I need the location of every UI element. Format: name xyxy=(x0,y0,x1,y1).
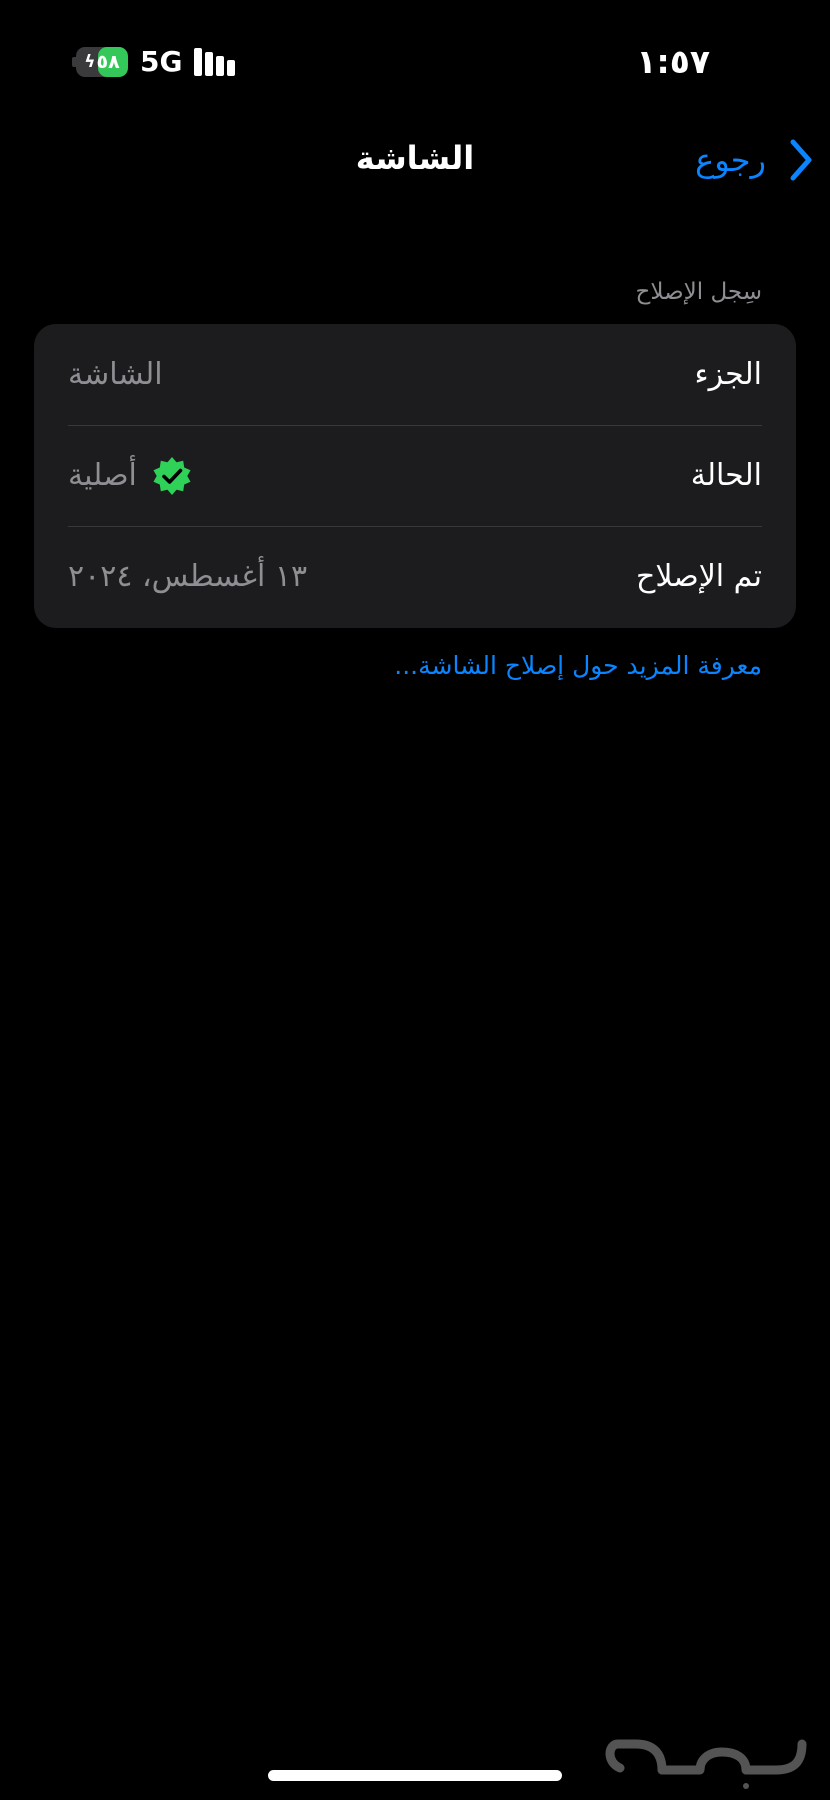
signal-bar xyxy=(205,52,213,76)
part-row: الجزء الشاشة xyxy=(34,324,796,425)
section-header: سِجل الإصلاح xyxy=(635,279,762,305)
repair-date-value: ١٣ أغسطس، ٢٠٢٤ xyxy=(68,559,307,594)
part-label: الجزء xyxy=(694,357,763,392)
cellular-signal-icon xyxy=(194,48,238,76)
repair-date-row: تم الإصلاح ١٣ أغسطس، ٢٠٢٤ xyxy=(34,526,796,627)
learn-more-link[interactable]: معرفة المزيد حول إصلاح الشاشة... xyxy=(394,646,762,686)
part-value-text: الشاشة xyxy=(68,357,163,392)
repair-date-label: تم الإصلاح xyxy=(635,559,762,594)
status-value-text: أصلية xyxy=(68,458,137,493)
bolt-icon: ϟ xyxy=(84,52,96,72)
signal-bar xyxy=(227,60,235,76)
status-time: ١:٥٧ xyxy=(636,42,710,81)
status-label: الحالة xyxy=(690,458,762,493)
home-indicator[interactable] xyxy=(268,1770,562,1781)
repair-history-card: الجزء الشاشة الحالة أصلية تم الإصلاح ١٣ … xyxy=(34,324,796,628)
haraj-watermark-logo xyxy=(605,1739,807,1789)
battery-level: ϟ ٥٨ xyxy=(76,47,128,77)
signal-bar xyxy=(216,56,224,76)
chevron-right-icon xyxy=(790,139,812,181)
back-button-label: رجوع xyxy=(695,141,766,179)
signal-bar xyxy=(194,48,202,76)
battery-icon: ϟ ٥٨ xyxy=(72,47,128,77)
network-type: 5G xyxy=(140,45,183,78)
part-value: الشاشة xyxy=(68,357,163,392)
verified-badge-icon xyxy=(153,456,191,495)
battery-level-text: ٥٨ xyxy=(96,51,120,73)
back-button[interactable]: رجوع xyxy=(695,132,814,188)
repair-date-value-text: ١٣ أغسطس، ٢٠٢٤ xyxy=(68,559,308,594)
status-value: أصلية xyxy=(68,455,193,497)
status-row: الحالة أصلية xyxy=(34,425,796,526)
